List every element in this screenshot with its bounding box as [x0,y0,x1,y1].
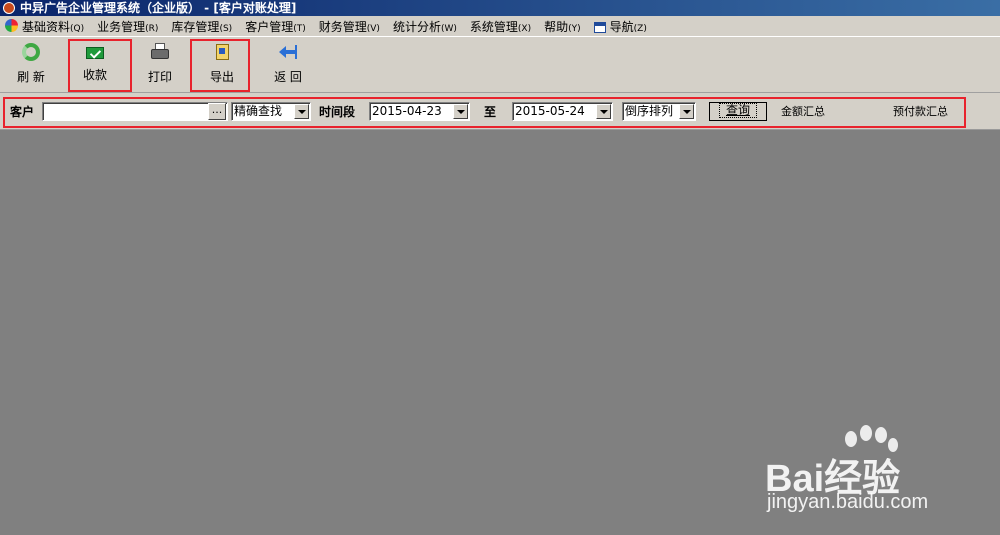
print-label: 打印 [147,70,172,84]
toolbar: 刷 新 收款 打印 导出 返 回 [0,36,1000,93]
export-highlight [190,39,250,92]
back-arrow-icon [279,43,297,61]
menu-help[interactable]: 帮助(Y) [544,18,581,35]
menu-bar: 基础资料(Q) 业务管理(R) 库存管理(S) 客户管理(T) 财务管理(V) … [0,16,1000,36]
print-button[interactable]: 打印 [135,43,185,85]
refresh-button[interactable]: 刷 新 [6,43,56,85]
watermark-url: jingyan.baidu.com [767,491,929,513]
refresh-icon [22,43,40,61]
title-bar: 中异广告企业管理系统（企业版） - [客户对账处理] [0,0,1000,16]
window-icon [593,21,606,33]
menu-statistics[interactable]: 统计分析(W) [393,18,457,35]
app-icon [3,2,15,14]
menu-inventory[interactable]: 库存管理(S) [171,18,232,35]
menu-business[interactable]: 业务管理(R) [97,18,158,35]
menu-basic-data[interactable]: 基础资料(Q) [22,18,84,35]
collect-highlight [68,39,132,92]
menu-customer[interactable]: 客户管理(T) [245,18,306,35]
back-button[interactable]: 返 回 [263,43,313,85]
refresh-label: 刷 新 [17,70,45,84]
window-title: 中异广告企业管理系统（企业版） - [客户对账处理] [20,1,297,15]
menu-finance[interactable]: 财务管理(V) [319,18,380,35]
printer-icon [151,43,169,61]
menu-navigation[interactable]: 导航(Z) [593,18,647,35]
filter-highlight [3,97,966,128]
app-logo-icon [5,19,18,32]
watermark: Bai经验 jingyan.baidu.com [765,425,985,525]
menu-system[interactable]: 系统管理(X) [470,18,531,35]
back-label: 返 回 [274,70,302,84]
